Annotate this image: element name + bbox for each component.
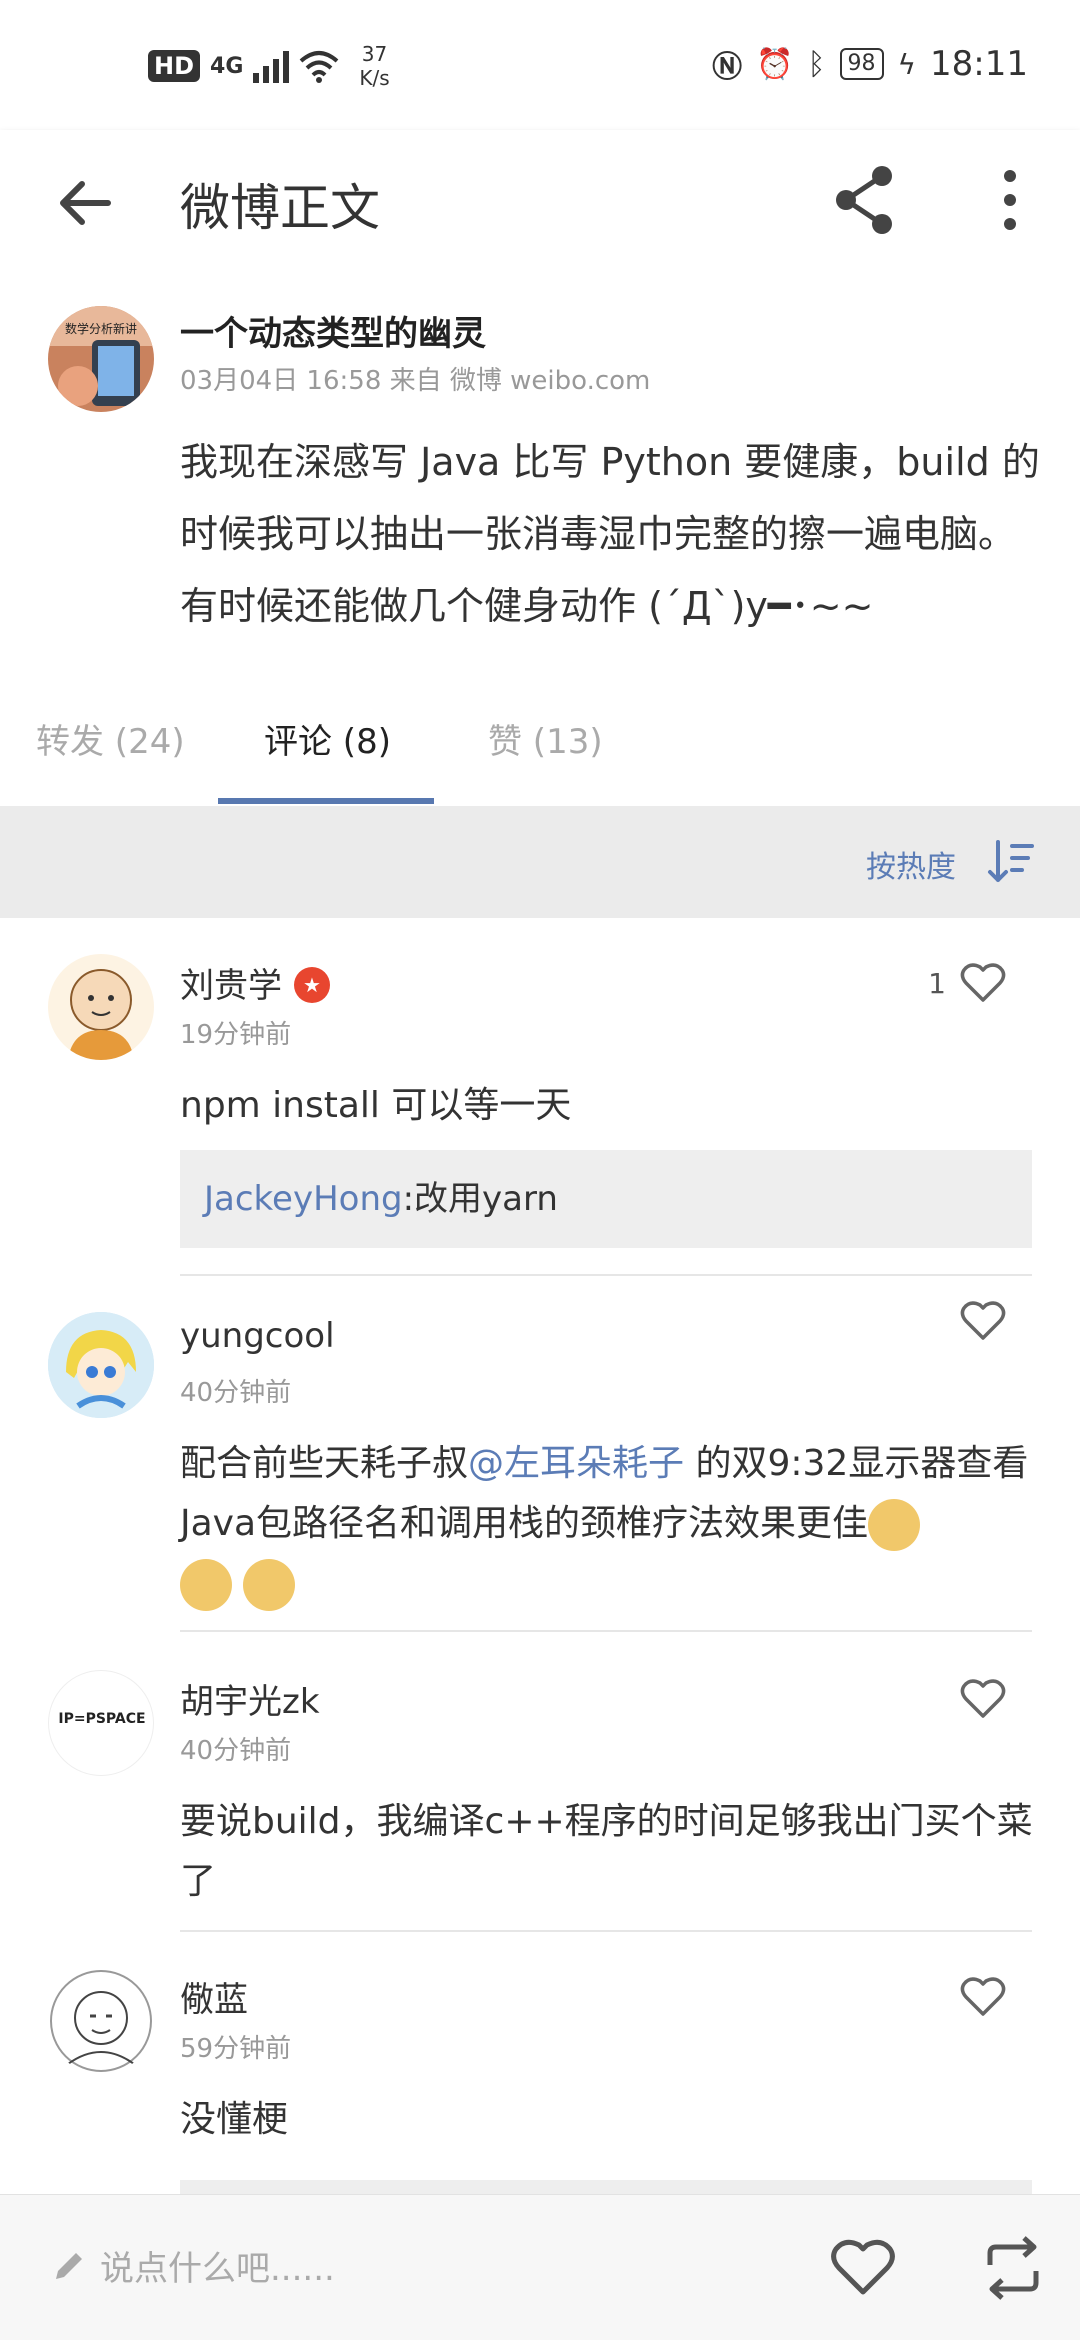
divider: [180, 1630, 1032, 1632]
avatar[interactable]: 数学分析新讲: [48, 306, 154, 412]
comment-time: 40分钟前: [180, 1736, 292, 1766]
tab-reposts[interactable]: 转发 (24): [36, 714, 185, 763]
like-button[interactable]: [960, 1678, 1006, 1720]
weibo-post: 数学分析新讲 一个动态类型的幽灵 03月04日 16:58 来自 微博 weib…: [0, 276, 1080, 656]
doge-emoji-icon: [243, 1559, 296, 1611]
like-button[interactable]: [960, 1976, 1006, 2018]
comment-text: npm install 可以等一天: [180, 1085, 572, 1126]
comment-list: 刘贵学 ★ 19分钟前 1 npm install 可以等一天 JackeyHon…: [0, 918, 1080, 2194]
verified-badge-icon: ★: [294, 966, 330, 1003]
divider: [180, 1930, 1032, 1932]
wifi-icon: [300, 51, 339, 83]
page-title: 微博正文: [180, 179, 380, 237]
post-author[interactable]: 一个动态类型的幽灵: [180, 306, 486, 355]
hd-icon: HD: [148, 50, 201, 82]
repost-icon[interactable]: [982, 2235, 1044, 2301]
comment-time: 19分钟前: [180, 1020, 292, 1050]
avatar-caption: 数学分析新讲: [64, 322, 137, 336]
like-button[interactable]: [960, 1300, 1006, 1342]
comment-input[interactable]: 说点什么吧......: [52, 2241, 335, 2290]
like-button[interactable]: 1: [928, 962, 1006, 1004]
tab-comments[interactable]: 评论 (8): [264, 714, 391, 763]
avatar[interactable]: [48, 1968, 154, 2074]
comment-author[interactable]: 胡宇光zk: [180, 1674, 320, 1723]
app-bar: 微博正文: [0, 130, 1080, 276]
signal-icon: [253, 49, 290, 83]
post-tabs: 转发 (24) 评论 (8) 赞 (13): [0, 656, 1080, 806]
heart-outline-icon: [960, 1977, 1006, 2016]
reply-preview[interactable]: JackeyHong:改用yarn: [180, 1150, 1032, 1248]
doge-emoji-icon: [180, 1559, 232, 1611]
network-speed: 37 K/s: [359, 42, 389, 90]
tab-likes[interactable]: 赞 (13): [488, 714, 603, 763]
charging-icon: ϟ: [897, 47, 917, 81]
doge-emoji-icon: [868, 1499, 921, 1551]
like-count: 1: [928, 966, 946, 1000]
status-bar: HD 4G 37 K/s Ⓝ ⏰ ᛒ 98 ϟ 18:11: [0, 0, 1080, 130]
back-arrow-icon[interactable]: [50, 168, 120, 238]
reply-text: :改用yarn: [402, 1179, 558, 1219]
comment-text: 要说build，我编译c++程序的时间足够我出门买个菜了: [180, 1801, 1033, 1902]
bottom-action-bar: 说点什么吧......: [0, 2194, 1080, 2340]
like-post-icon[interactable]: [830, 2235, 896, 2301]
more-vert-icon[interactable]: [980, 160, 1040, 240]
clock: 18:11: [930, 44, 1028, 84]
reply-preview[interactable]: [180, 2180, 1032, 2194]
comment-text: 没懂梗: [180, 2099, 289, 2140]
speed-value: 37: [361, 42, 388, 66]
share-icon[interactable]: [830, 160, 900, 240]
comment-time: 59分钟前: [180, 2034, 292, 2064]
comment-author[interactable]: yungcool: [180, 1316, 335, 1356]
sort-icon[interactable]: [986, 836, 1036, 886]
comment-author-name: 刘贵学: [180, 966, 282, 1006]
alarm-icon: ⏰: [756, 46, 794, 82]
comment-text: 配合前些天耗子叔@左耳朵耗子 的双9:32显示器查看Java包路径名和调用栈的颈…: [180, 1434, 1040, 1614]
comment-author[interactable]: 刘贵学 ★: [180, 958, 330, 1007]
divider: [180, 1274, 1032, 1276]
pencil-icon: [56, 2252, 82, 2279]
battery-icon: 98: [839, 48, 884, 80]
comment-input-placeholder: 说点什么吧......: [100, 2249, 335, 2289]
comment-time: 40分钟前: [180, 1378, 292, 1408]
sort-button[interactable]: 按热度: [866, 842, 956, 886]
heart-outline-icon: [960, 1301, 1006, 1340]
heart-outline-icon: [960, 963, 1006, 1002]
bluetooth-icon: ᛒ: [807, 46, 826, 82]
post-text: 我现在深感写 Java 比写 Python 要健康，build 的时候我可以抽出…: [180, 440, 1040, 628]
status-right: Ⓝ ⏰ ᛒ 98 ϟ 18:11: [712, 42, 1028, 86]
active-tab-indicator: [218, 798, 434, 804]
nfc-icon: Ⓝ: [712, 50, 743, 85]
avatar[interactable]: [48, 954, 154, 1060]
status-left: HD 4G 37 K/s: [148, 42, 390, 90]
avatar-text: IP=PSPACE: [58, 1711, 146, 1727]
comment-text-before: 配合前些天耗子叔: [180, 1443, 469, 1484]
reply-user-link[interactable]: JackeyHong: [204, 1179, 403, 1219]
avatar[interactable]: [48, 1312, 154, 1418]
comment-author[interactable]: 儆蓝: [180, 1972, 248, 2021]
network-type: 4G: [210, 53, 244, 79]
mention-link[interactable]: @左耳朵耗子: [468, 1443, 684, 1484]
sort-bar: 按热度: [0, 806, 1080, 918]
speed-unit: K/s: [359, 66, 390, 90]
post-meta: 03月04日 16:58 来自 微博 weibo.com: [180, 366, 651, 396]
avatar[interactable]: IP=PSPACE: [48, 1670, 154, 1776]
heart-outline-icon: [960, 1679, 1006, 1718]
